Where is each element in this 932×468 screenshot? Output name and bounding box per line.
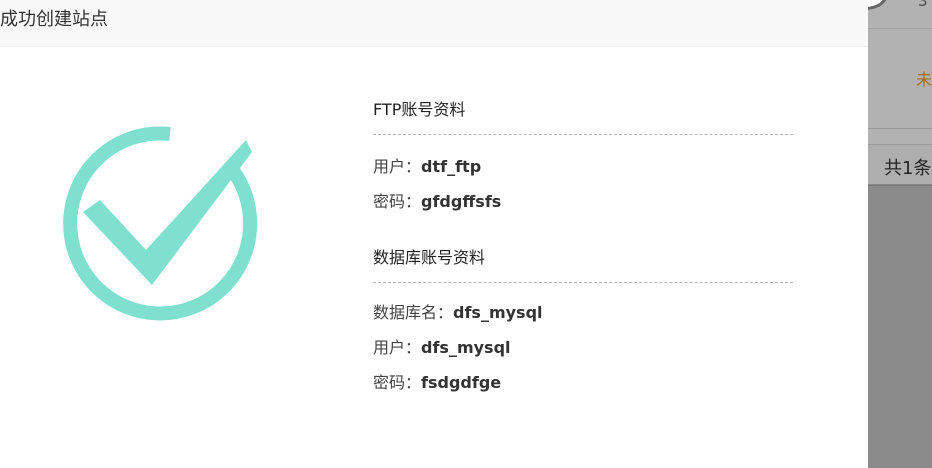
database-user-label: 用户： (373, 338, 422, 357)
account-info: FTP账号资料 用户：dtf_ftp 密码：gfdgffsfs 数据库账号资料 … (373, 98, 793, 395)
database-name-row: 数据库名：dfs_mysql (373, 301, 793, 325)
success-dialog: 成功创建站点 FTP账号资料 用户：dtf_ftp 密码：gfdgffsfs 数… (0, 0, 868, 468)
ftp-user-label: 用户： (373, 157, 422, 176)
ftp-password-value: gfdgffsfs (421, 192, 502, 211)
ftp-password-row: 密码：gfdgffsfs (373, 190, 793, 214)
ftp-password-label: 密码： (373, 192, 422, 211)
ftp-divider (373, 134, 793, 135)
dialog-header: 成功创建站点 (0, 0, 868, 47)
database-user-value: dfs_mysql (421, 338, 511, 357)
database-name-label: 数据库名： (373, 303, 454, 322)
database-section-heading: 数据库账号资料 (373, 248, 486, 267)
success-check-icon (50, 112, 265, 327)
ftp-user-value: dtf_ftp (421, 157, 482, 176)
database-password-row: 密码：fsdgdfge (373, 371, 793, 395)
ftp-section-heading: FTP账号资料 (373, 100, 466, 119)
database-password-label: 密码： (373, 373, 422, 392)
database-divider (373, 282, 793, 283)
dialog-title: 成功创建站点 (0, 9, 108, 30)
ftp-user-row: 用户：dtf_ftp (373, 155, 793, 179)
database-user-row: 用户：dfs_mysql (373, 336, 793, 360)
database-name-value: dfs_mysql (453, 303, 543, 322)
database-password-value: fsdgdfge (421, 373, 502, 392)
modal-overlay-lower (868, 184, 932, 468)
